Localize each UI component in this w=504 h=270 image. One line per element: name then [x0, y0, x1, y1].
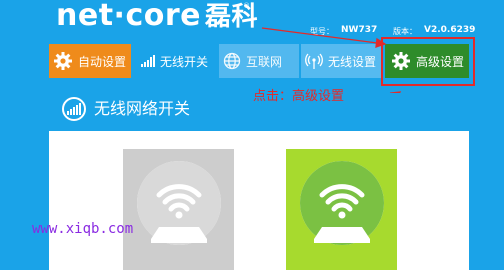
wireless-off-button[interactable]	[123, 149, 234, 270]
content-area	[49, 131, 469, 270]
watermark: www.xiqb.com	[32, 221, 134, 237]
annotation-text: 点击：高级设置	[253, 89, 345, 104]
signal-bars-icon	[62, 97, 86, 121]
panel-title: 无线网络开关	[94, 99, 191, 118]
wifi-off-icon	[137, 161, 221, 245]
wifi-on-icon	[300, 161, 384, 245]
wireless-on-button[interactable]	[286, 149, 397, 270]
